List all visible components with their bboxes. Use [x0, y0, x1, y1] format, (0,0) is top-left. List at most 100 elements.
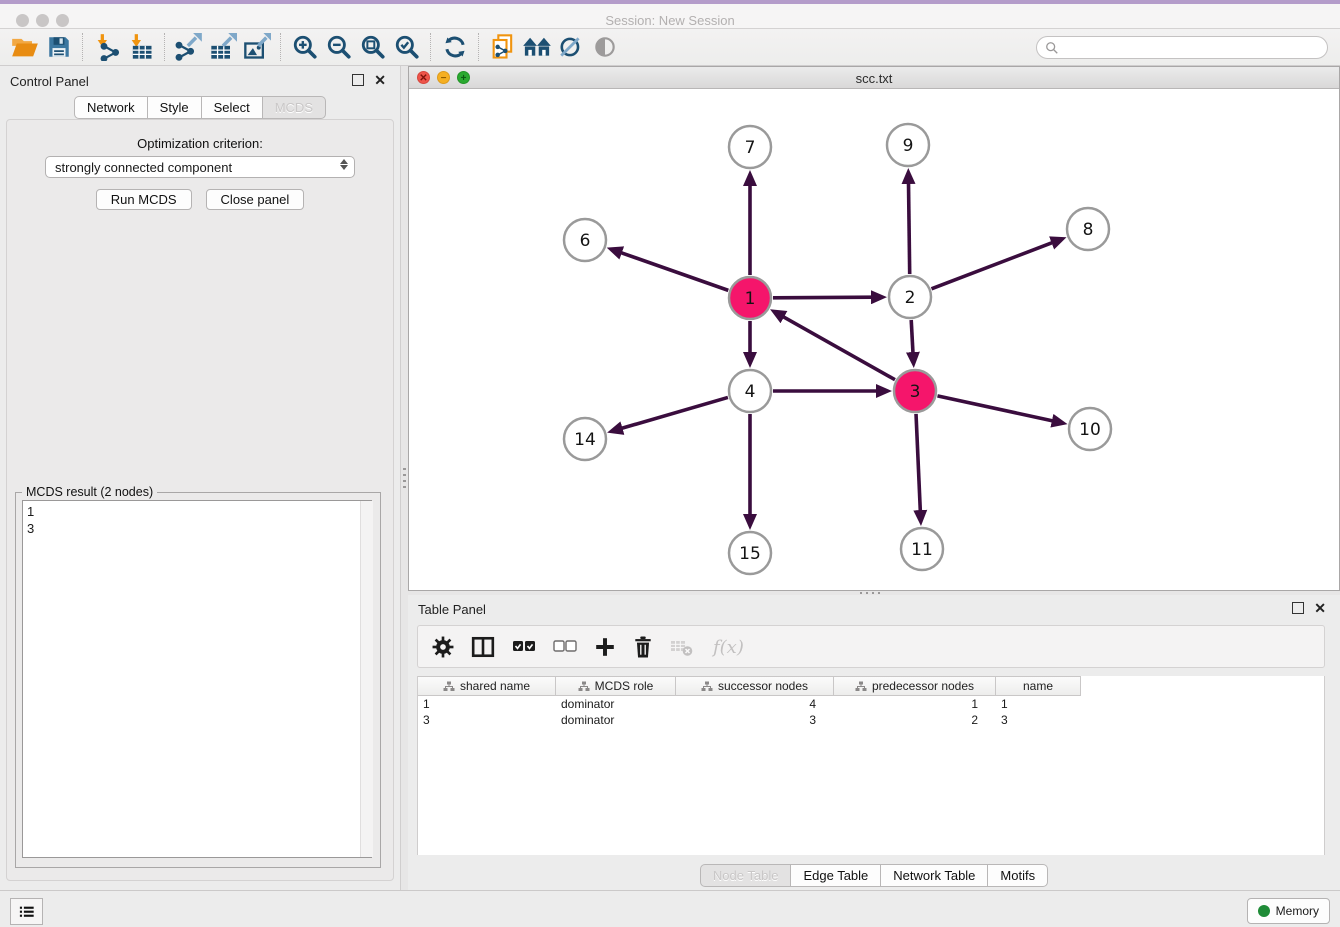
graph-edge-1-2[interactable]: [773, 297, 873, 298]
refresh-icon[interactable]: [438, 32, 472, 62]
node-label: 14: [574, 430, 596, 450]
column-header-shared-name[interactable]: shared name: [418, 676, 556, 696]
result-scrollbar[interactable]: [360, 501, 373, 857]
copy-network-icon[interactable]: [486, 32, 520, 62]
tab-edge-table[interactable]: Edge Table: [791, 864, 881, 887]
save-session-icon[interactable]: [42, 32, 76, 62]
cell-successor-nodes[interactable]: 4: [676, 696, 834, 712]
tab-network[interactable]: Network: [74, 96, 148, 119]
graph-node-3[interactable]: 3: [894, 370, 936, 412]
cell-predecessor-nodes[interactable]: 2: [834, 712, 996, 728]
zoom-in-icon[interactable]: [288, 32, 322, 62]
tab-node-table[interactable]: Node Table: [700, 864, 792, 887]
deselect-all-icon[interactable]: [553, 640, 577, 654]
control-panel: Control Panel ✕ NetworkStyleSelectMCDS O…: [0, 66, 400, 890]
cell-shared-name[interactable]: 1: [418, 696, 556, 712]
status-bar: Memory: [0, 890, 1340, 927]
graph-edge-2-8[interactable]: [931, 242, 1053, 289]
folder-open-icon[interactable]: [8, 32, 42, 62]
cell-shared-name[interactable]: 3: [418, 712, 556, 728]
cell-name[interactable]: 1: [996, 696, 1081, 712]
network-title: scc.txt: [409, 71, 1339, 86]
float-table-panel-icon[interactable]: [1292, 602, 1304, 614]
graph-node-15[interactable]: 15: [729, 532, 771, 574]
cell-MCDS-role[interactable]: dominator: [556, 712, 676, 728]
column-header-successor-nodes[interactable]: successor nodes: [676, 676, 834, 696]
criterion-value: strongly connected component: [55, 160, 232, 175]
graph-edge-4-14[interactable]: [621, 397, 728, 428]
search-input[interactable]: [1036, 36, 1328, 59]
graph-node-6[interactable]: 6: [564, 219, 606, 261]
graph-edge-3-1[interactable]: [782, 316, 895, 380]
network-canvas[interactable]: 7 9 6 8 1 2 4 3 14 10 15 11: [409, 89, 1339, 591]
graph-edge-3-11[interactable]: [916, 414, 920, 512]
select-all-icon[interactable]: [512, 640, 536, 654]
graph-edge-2-3[interactable]: [911, 320, 913, 354]
tab-motifs[interactable]: Motifs: [988, 864, 1048, 887]
task-history-button[interactable]: [10, 898, 43, 925]
dropdown-stepper-icon: [340, 159, 348, 170]
graph-node-8[interactable]: 8: [1067, 208, 1109, 250]
graph-node-9[interactable]: 9: [887, 124, 929, 166]
node-label: 11: [911, 540, 933, 560]
zoom-fit-icon[interactable]: [356, 32, 390, 62]
column-header-name[interactable]: name: [996, 676, 1081, 696]
network-window-titlebar[interactable]: ✕ − + scc.txt: [409, 67, 1339, 89]
split-columns-icon[interactable]: [471, 636, 495, 658]
tab-mcds[interactable]: MCDS: [263, 96, 326, 119]
column-header-MCDS-role[interactable]: MCDS role: [556, 676, 676, 696]
cell-name[interactable]: 3: [996, 712, 1081, 728]
tab-network-table[interactable]: Network Table: [881, 864, 988, 887]
graph-node-7[interactable]: 7: [729, 126, 771, 168]
search-text-field[interactable]: [1059, 40, 1327, 56]
memory-button[interactable]: Memory: [1247, 898, 1330, 924]
graph-edge-1-6[interactable]: [620, 252, 728, 290]
zoom-selected-icon[interactable]: [390, 32, 424, 62]
network-view-window: ✕ − + scc.txt 7 9 6 8 1 2 4 3 14 10 15 11: [408, 66, 1340, 591]
gear-icon[interactable]: [432, 636, 454, 658]
tab-select[interactable]: Select: [202, 96, 263, 119]
export-image-icon[interactable]: [240, 32, 274, 62]
close-panel-button[interactable]: Close panel: [206, 189, 305, 210]
graph-node-10[interactable]: 10: [1069, 408, 1111, 450]
control-panel-title: Control Panel: [10, 73, 89, 91]
float-panel-icon[interactable]: [352, 74, 364, 86]
close-table-panel-icon[interactable]: ✕: [1314, 603, 1326, 613]
list-icon: [18, 904, 36, 920]
control-panel-tabs: NetworkStyleSelectMCDS: [74, 96, 326, 119]
graph-edge-3-10[interactable]: [937, 396, 1053, 421]
graph-node-1[interactable]: 1: [729, 277, 771, 319]
close-panel-icon[interactable]: ✕: [374, 75, 386, 85]
graph-node-14[interactable]: 14: [564, 418, 606, 460]
column-header-predecessor-nodes[interactable]: predecessor nodes: [834, 676, 996, 696]
cell-successor-nodes[interactable]: 3: [676, 712, 834, 728]
table-row[interactable]: 1dominator411: [418, 696, 1324, 712]
export-table-icon[interactable]: [206, 32, 240, 62]
cell-MCDS-role[interactable]: dominator: [556, 696, 676, 712]
mcds-panel: Optimization criterion: strongly connect…: [6, 119, 394, 881]
cell-predecessor-nodes[interactable]: 1: [834, 696, 996, 712]
import-table-icon[interactable]: [124, 32, 158, 62]
graph-node-4[interactable]: 4: [729, 370, 771, 412]
criterion-dropdown[interactable]: strongly connected component: [45, 156, 355, 178]
table-row[interactable]: 3dominator323: [418, 712, 1324, 728]
run-mcds-button[interactable]: Run MCDS: [96, 189, 192, 210]
graph-edge-2-9[interactable]: [908, 182, 909, 274]
zoom-out-icon[interactable]: [322, 32, 356, 62]
control-panel-buttons: ✕: [352, 74, 386, 86]
eye-icon[interactable]: [588, 32, 622, 62]
export-network-icon[interactable]: [172, 32, 206, 62]
tab-style[interactable]: Style: [148, 96, 202, 119]
toolbar-separator: [280, 33, 282, 61]
plus-icon[interactable]: [594, 636, 616, 658]
mcds-result-textarea[interactable]: 1 3: [22, 500, 372, 858]
graph-node-2[interactable]: 2: [889, 276, 931, 318]
graphics-details-icon[interactable]: [554, 32, 588, 62]
import-network-icon[interactable]: [90, 32, 124, 62]
node-label: 6: [580, 231, 591, 251]
trash-icon[interactable]: [633, 636, 653, 658]
toolbar-separator: [430, 33, 432, 61]
houses-icon[interactable]: [520, 32, 554, 62]
graph-node-11[interactable]: 11: [901, 528, 943, 570]
node-label: 1: [745, 289, 756, 309]
